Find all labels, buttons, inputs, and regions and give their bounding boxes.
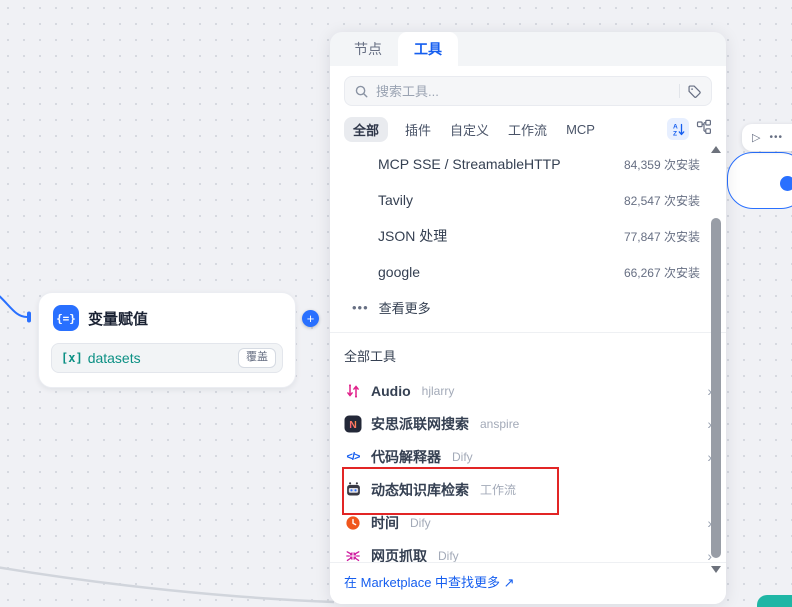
tool-row[interactable]: N安思派联网搜索anspire› — [330, 407, 726, 440]
tree-view-icon[interactable] — [696, 119, 712, 140]
view-more-label: 查看更多 — [379, 298, 431, 317]
variable-assigner-node[interactable]: {=} 变量赋值 [x] datasets 覆盖 — [38, 292, 296, 388]
overwrite-badge: 覆盖 — [238, 348, 276, 367]
svg-text:Z: Z — [673, 130, 677, 137]
popular-tool-row[interactable]: Tavily 82,547 次安装 — [330, 182, 726, 218]
robot-icon — [344, 481, 362, 499]
popular-tools-list: MCP SSE / StreamableHTTP 84,359 次安装 Tavily… — [330, 146, 726, 290]
node-floating-toolbar: ▷ ••• — [742, 124, 792, 151]
panel-tabstrip: 节点工具 — [330, 32, 726, 66]
variable-row[interactable]: [x] datasets 覆盖 — [51, 343, 283, 373]
all-tools-header: 全部工具 — [330, 333, 726, 374]
tool-author: hjlarry — [422, 384, 455, 398]
search-icon — [354, 84, 369, 99]
svg-text:N: N — [349, 419, 357, 431]
clock-icon — [344, 514, 362, 532]
search-input[interactable] — [376, 84, 672, 99]
variable-icon: [x] — [61, 351, 83, 365]
edge-endpoint — [27, 312, 31, 323]
tag-icon[interactable] — [687, 84, 702, 99]
filter-0[interactable]: 全部 — [344, 117, 388, 142]
tool-author: 工作流 — [480, 481, 516, 498]
panel-footer: 在 Marketplace 中查找更多 ↗ — [330, 562, 726, 604]
tab-nodes[interactable]: 节点 — [344, 32, 392, 66]
panel-body: 全部插件自定义工作流MCPAZ MCP SSE / StreamableHTTP… — [330, 66, 726, 604]
play-icon[interactable]: ▷ — [752, 131, 760, 144]
anspire-icon: N — [344, 415, 362, 433]
filter-3[interactable]: 工作流 — [506, 117, 549, 142]
tool-row[interactable]: 时间Dify› — [330, 506, 726, 539]
variable-name: datasets — [88, 350, 141, 366]
filter-1[interactable]: 插件 — [403, 117, 433, 142]
tool-author: Dify — [452, 450, 473, 464]
tool-row[interactable]: </>代码解释器Dify› — [330, 440, 726, 473]
install-count: 84,359 次安装 — [624, 156, 700, 173]
install-count: 66,267 次安装 — [624, 264, 700, 281]
workflow-canvas[interactable]: ▷ ••• {=} 变量赋值 [x] datasets 覆盖 + 节点工具 — [0, 0, 792, 607]
scroll-up-icon[interactable] — [711, 146, 721, 153]
popular-tool-row[interactable]: MCP SSE / StreamableHTTP 84,359 次安装 — [330, 146, 726, 182]
tool-search-box[interactable] — [344, 76, 712, 106]
all-tools-list: Audiohjlarry›N安思派联网搜索anspire›</>代码解释器Dif… — [330, 374, 726, 572]
filter-2[interactable]: 自定义 — [448, 117, 491, 142]
tool-name: 动态知识库检索 — [371, 480, 469, 500]
add-node-button[interactable]: + — [302, 310, 319, 327]
variable-assigner-icon: {=} — [53, 305, 79, 331]
view-more-row[interactable]: ••• 查看更多 — [330, 290, 726, 324]
tool-author: anspire — [480, 417, 519, 431]
popular-tool-row[interactable]: google 66,267 次安装 — [330, 254, 726, 290]
popular-tool-row[interactable]: JSON 处理 77,847 次安装 — [330, 218, 726, 254]
popular-tool-name: MCP SSE / StreamableHTTP — [378, 156, 561, 172]
tool-name: Audio — [371, 383, 411, 399]
tab-tools[interactable]: 工具 — [398, 32, 458, 66]
install-count: 82,547 次安装 — [624, 192, 700, 209]
scroll-down-icon[interactable] — [711, 566, 721, 573]
background-node-partial — [757, 595, 792, 607]
panel-scrollbar[interactable] — [710, 144, 722, 575]
tool-filters: 全部插件自定义工作流 MCP AZ — [344, 116, 712, 142]
popular-tool-name: google — [378, 264, 420, 280]
ellipsis-icon: ••• — [352, 300, 369, 315]
tool-author: Dify — [410, 516, 431, 530]
marketplace-link[interactable]: 在 Marketplace 中查找更多 ↗ — [344, 575, 515, 590]
popular-tool-name: Tavily — [378, 192, 413, 208]
more-options-icon[interactable]: ••• — [769, 132, 783, 143]
svg-text:A: A — [673, 123, 678, 130]
node-output-port[interactable] — [780, 176, 792, 191]
tool-author: Dify — [438, 549, 459, 563]
tools-panel: 节点工具 全部插件自定义工作流MCPAZ MCP SSE / Streamabl… — [330, 32, 726, 604]
external-link-icon: ↗ — [504, 575, 515, 590]
tool-name: 代码解释器 — [371, 447, 441, 467]
sort-az-icon[interactable]: AZ — [667, 118, 689, 140]
code-icon: </> — [344, 448, 362, 466]
install-count: 77,847 次安装 — [624, 228, 700, 245]
scrollbar-thumb[interactable] — [711, 218, 721, 558]
filter-4[interactable]: MCP — [564, 119, 597, 140]
tool-row[interactable]: 动态知识库检索工作流 — [330, 473, 726, 506]
search-divider — [679, 84, 680, 98]
node-header: {=} 变量赋值 — [39, 293, 295, 339]
tool-row[interactable]: Audiohjlarry› — [330, 374, 726, 407]
filter-actions: AZ — [667, 118, 712, 140]
tool-name: 安思派联网搜索 — [371, 414, 469, 434]
node-title: 变量赋值 — [88, 308, 148, 329]
popular-tool-name: JSON 处理 — [378, 226, 447, 246]
tool-name: 时间 — [371, 513, 399, 533]
audio-icon — [344, 382, 362, 400]
